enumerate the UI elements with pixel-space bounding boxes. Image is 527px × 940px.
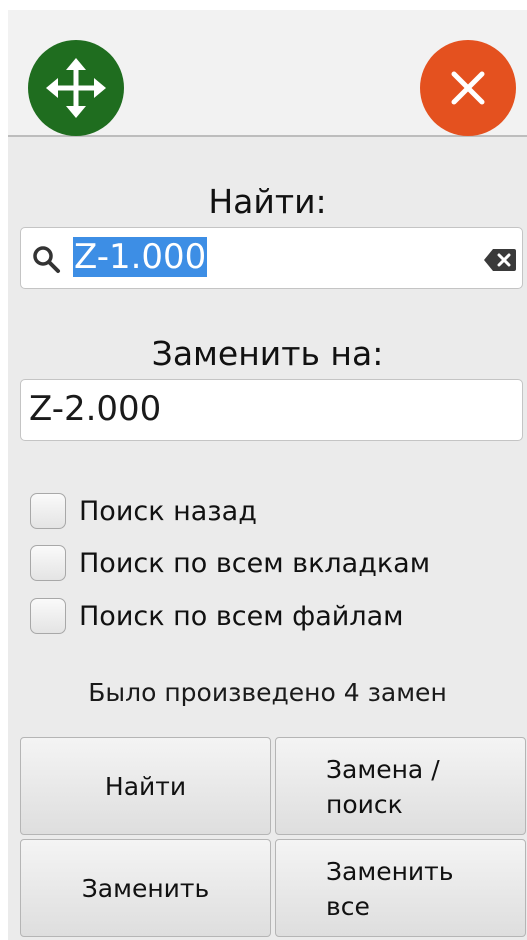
move-arrows-icon (46, 58, 106, 118)
header-bar (8, 10, 527, 137)
find-button[interactable]: Найти (20, 737, 271, 835)
find-field[interactable]: Z-1.000 (20, 227, 523, 289)
replace-all-label-line2: все (326, 892, 370, 921)
option-label: Поиск по всем файлам (79, 600, 404, 632)
backspace-clear-icon[interactable] (483, 248, 517, 272)
find-replace-panel: Найти: Z-1.000 Заменить на: Z-2.000 Поис… (8, 10, 527, 940)
replace-find-label-line1: Замена / (326, 755, 440, 784)
close-x-icon (451, 71, 485, 105)
option-search-backward[interactable]: Поиск назад (30, 490, 257, 532)
find-input-value: Z-1.000 (73, 237, 208, 277)
checkbox-search-all-tabs[interactable] (30, 545, 66, 581)
find-label: Найти: (208, 182, 327, 221)
replace-find-label-line2: поиск (326, 790, 403, 819)
checkbox-search-all-files[interactable] (30, 598, 66, 634)
option-search-all-tabs[interactable]: Поиск по всем вкладкам (30, 542, 430, 584)
replace-button-label: Заменить (81, 873, 210, 903)
status-text: Было произведено 4 замен (88, 678, 447, 707)
option-label: Поиск назад (79, 495, 257, 527)
replace-button[interactable]: Заменить (20, 839, 271, 937)
replace-all-label-line1: Заменить (326, 857, 454, 886)
checkbox-search-backward[interactable] (30, 493, 66, 529)
option-label: Поиск по всем вкладкам (79, 547, 431, 579)
close-button[interactable] (420, 40, 516, 136)
replace-all-button[interactable]: Заменить все (275, 839, 526, 937)
replace-input-value: Z-2.000 (29, 389, 162, 429)
find-button-label: Найти (104, 771, 187, 801)
replace-field[interactable]: Z-2.000 (20, 379, 523, 441)
move-button[interactable] (28, 40, 124, 136)
replace-find-button[interactable]: Замена / поиск (275, 737, 526, 835)
search-icon (33, 246, 60, 273)
replace-label: Заменить на: (151, 334, 384, 373)
option-search-all-files[interactable]: Поиск по всем файлам (30, 595, 404, 637)
